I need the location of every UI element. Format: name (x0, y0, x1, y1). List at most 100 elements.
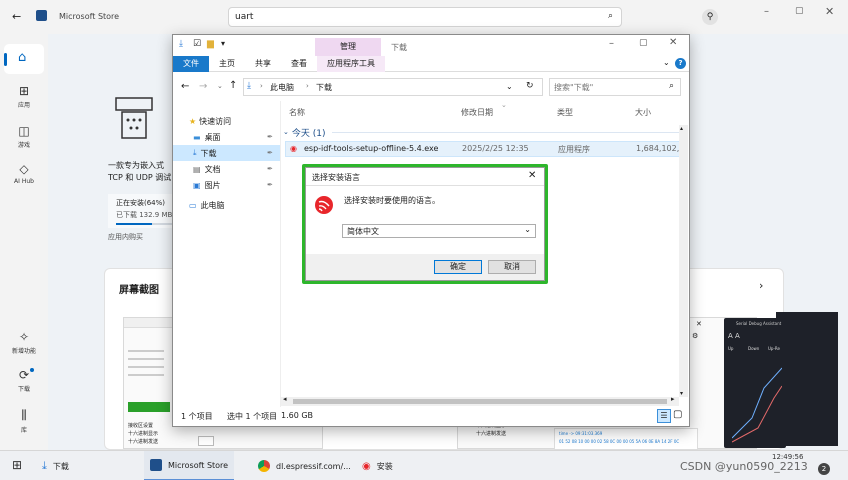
taskbar-item-downloads[interactable]: ⤓ 下载 (36, 451, 75, 480)
tab-share[interactable]: 共享 (245, 56, 281, 72)
horizontal-scroll-thumb[interactable] (293, 399, 667, 404)
nav-pictures[interactable]: ▣ 图片 ✒ (173, 177, 280, 193)
mini-hex-send-2: 十六进制发送 (476, 431, 507, 437)
star-icon: ★ (189, 116, 197, 126)
nav-downloads-item[interactable]: ⤓ 下载 ✒ (173, 145, 280, 161)
home-nav-item[interactable]: ⌂ (4, 44, 44, 74)
pin-icon[interactable]: ✒ (267, 165, 273, 173)
breadcrumb-this-pc[interactable]: 此电脑 (270, 82, 294, 93)
breadcrumb-downloads[interactable]: 下载 (316, 82, 332, 93)
nav-library[interactable]: ⫼ 库 (0, 408, 48, 434)
explorer-close-icon[interactable]: ✕ (669, 37, 677, 48)
cancel-button[interactable]: 取消 (488, 260, 536, 274)
language-select[interactable]: 简体中文 ⌄ (342, 224, 536, 238)
ribbon-context-manage[interactable]: 管理 (315, 38, 381, 56)
group-header-today[interactable]: ⌄ 今天 (1) (281, 125, 681, 139)
column-type[interactable]: 类型 (557, 107, 573, 118)
help-icon[interactable]: ? (675, 58, 686, 69)
horizontal-scrollbar[interactable]: ◂ ▸ (281, 395, 679, 406)
explorer-minimize-icon[interactable]: – (609, 38, 614, 49)
tab-view[interactable]: 查看 (281, 56, 317, 72)
mini-gear-icon: ⚙ (692, 332, 699, 340)
column-modified[interactable]: 修改日期 (461, 107, 493, 118)
nav-documents-label: 文档 (204, 164, 221, 174)
store-search-box[interactable]: uart ⌕ (228, 7, 622, 27)
scroll-left-icon[interactable]: ◂ (283, 395, 287, 403)
nav-quick-access[interactable]: ★ 快速访问 (173, 113, 280, 129)
nav-whats-new[interactable]: ✧ 新增功能 (0, 330, 48, 355)
pin-icon[interactable]: ✒ (267, 181, 273, 189)
notification-badge[interactable]: 2 (818, 463, 830, 475)
tab-home[interactable]: 主页 (209, 56, 245, 72)
account-icon[interactable]: ⚲ (702, 9, 718, 25)
dialog-close-icon[interactable]: ✕ (528, 170, 536, 181)
nav-this-pc[interactable]: ▭ 此电脑 (173, 197, 280, 213)
back-arrow-icon[interactable]: ← (12, 10, 21, 23)
large-icons-view-icon[interactable]: ▢ (673, 409, 682, 420)
nav-label: 下载 (17, 386, 30, 393)
explorer-maximize-icon[interactable]: ▢ (639, 38, 648, 48)
scroll-right-icon[interactable]: ▸ (671, 395, 675, 403)
dialog-body: 选择安装时要使用的语言。 简体中文 ⌄ (306, 186, 544, 254)
taskbar-item-store[interactable]: Microsoft Store (144, 451, 235, 480)
taskbar-item-installer[interactable]: ◉ 安装 (356, 451, 399, 480)
refresh-icon[interactable]: ↻ (526, 81, 534, 91)
customize-toolbar-icon[interactable]: ▾ (221, 39, 225, 48)
mini-settings-column (128, 344, 164, 404)
details-view-icon[interactable]: ☰ (657, 409, 671, 423)
tab-file[interactable]: 文件 (173, 55, 209, 72)
search-icon[interactable]: ⌕ (608, 11, 613, 21)
new-folder-icon[interactable]: ▆ (207, 39, 214, 49)
store-search-input[interactable]: uart (235, 12, 253, 22)
tab-application-tools[interactable]: 应用程序工具 (317, 55, 385, 72)
column-headers: 名称 修改日期 ⌄ 类型 大小 (281, 101, 689, 125)
ok-button[interactable]: 确定 (434, 260, 482, 274)
mini-font-icon: A A (728, 332, 740, 340)
nav-ai-hub[interactable]: ◇ AI Hub (0, 162, 48, 185)
nav-downloads[interactable]: ⟳ 下载 (0, 368, 48, 393)
nav-documents[interactable]: ▤ 文档 ✒ (173, 161, 280, 177)
ai-hub-icon: ◇ (19, 162, 29, 176)
status-selected-size: 1.60 GB (281, 411, 314, 420)
chevron-right-icon[interactable]: › (759, 279, 763, 292)
column-name[interactable]: 名称 (289, 107, 305, 118)
scroll-up-icon[interactable]: ▴ (680, 125, 683, 132)
screenshot-thumbnail-3[interactable]: Serial Debug Assistant A A Up Down Up-Re (724, 318, 786, 448)
close-icon[interactable]: ✕ (825, 5, 834, 18)
nav-forward-icon[interactable]: → (199, 81, 207, 92)
properties-icon[interactable]: ☑ (193, 39, 201, 49)
recent-locations-icon[interactable]: ⌄ (217, 82, 223, 90)
file-row-selected[interactable]: ◉ esp-idf-tools-setup-offline-5.4.exe 20… (285, 141, 681, 157)
restore-icon[interactable]: ▢ (795, 6, 804, 16)
nav-label: 新增功能 (11, 348, 36, 355)
mini-terminal: time -> 09:31:03.369 01 52 08 10 00 00 0… (554, 428, 698, 450)
apps-icon: ⊞ (18, 84, 30, 98)
address-bar[interactable]: ⤓ › 此电脑 › 下载 ⌄ ↻ (243, 78, 543, 96)
column-size[interactable]: 大小 (635, 107, 651, 118)
espressif-logo-icon (315, 196, 333, 214)
pin-icon[interactable]: ✒ (267, 133, 273, 141)
whats-new-icon: ✧ (18, 330, 30, 344)
nav-desktop[interactable]: ▬ 桌面 ✒ (173, 129, 280, 145)
explorer-search-input[interactable]: 搜索"下载" (554, 82, 593, 93)
nav-back-icon[interactable]: ← (181, 81, 189, 92)
nav-up-icon[interactable]: ↑ (229, 80, 237, 91)
nav-label: AI Hub (14, 178, 34, 185)
mini-receive-settings: 接收区设置 (128, 423, 154, 429)
pin-icon[interactable]: ✒ (267, 149, 273, 157)
minimize-icon[interactable]: – (764, 6, 769, 17)
dialog-titlebar: 选择安装语言 ✕ (306, 168, 544, 186)
quick-access-download-icon[interactable]: ⤓ (179, 39, 183, 49)
scroll-down-icon[interactable]: ▾ (680, 390, 683, 397)
address-dropdown-icon[interactable]: ⌄ (506, 82, 513, 91)
download-badge (30, 368, 34, 372)
taskbar-item-browser[interactable]: dl.espressif.com/... (252, 451, 357, 480)
downloads-folder-icon: ⤓ (247, 81, 251, 91)
expand-ribbon-icon[interactable]: ⌄ (663, 58, 670, 67)
nav-games[interactable]: ◫ 游戏 (0, 124, 48, 149)
breadcrumb-separator-icon: › (306, 82, 309, 90)
vertical-scrollbar[interactable]: ▴ ▾ (679, 125, 688, 397)
explorer-search-box[interactable]: 搜索"下载" ⌕ (549, 78, 681, 96)
nav-apps[interactable]: ⊞ 应用 (0, 84, 48, 109)
start-icon[interactable]: ⊞ (12, 458, 22, 472)
